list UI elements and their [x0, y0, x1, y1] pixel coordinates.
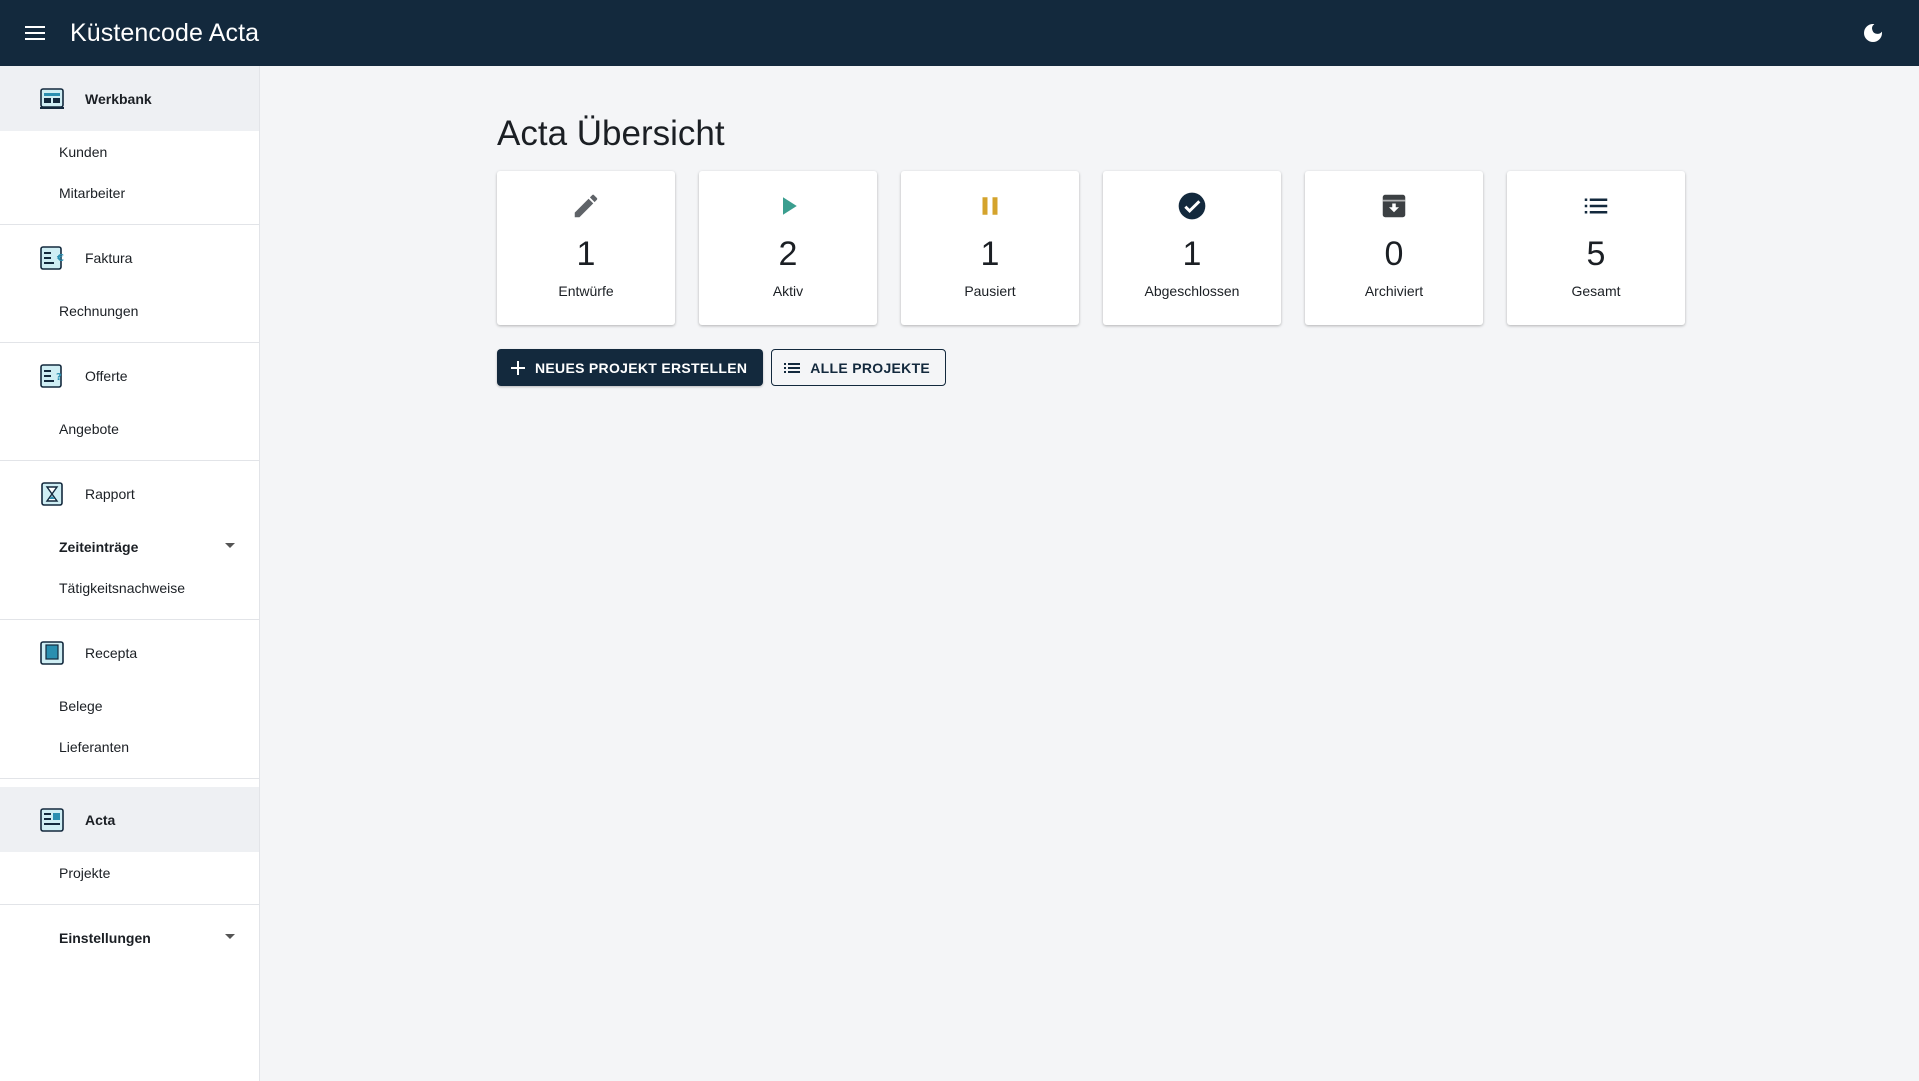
all-projects-label: ALLE PROJEKTE [810, 359, 931, 376]
status-count: 1 [576, 235, 596, 273]
list-icon [1579, 189, 1613, 223]
nav-subitem-mitarbeiter[interactable]: Mitarbeiter [0, 172, 259, 213]
nav-section-offerte: ? Offerte Angebote [0, 343, 259, 461]
status-count: 5 [1586, 235, 1606, 273]
action-bar: NEUES PROJEKT ERSTELLEN ALLE PROJEKTE [497, 349, 1685, 386]
chevron-down-icon [225, 934, 235, 939]
nav-subitem-zeiteintraege[interactable]: Zeiteinträge [0, 526, 259, 567]
invoice-icon: € [40, 245, 64, 270]
nav-item-rapport[interactable]: Rapport [0, 461, 259, 526]
nav-subitem-angebote[interactable]: Angebote [0, 408, 259, 449]
nav-section-acta: Acta Projekte [0, 787, 259, 905]
nav-subitem-taetigkeitsnachweise[interactable]: Tätigkeitsnachweise [0, 567, 259, 608]
status-card-entwuerfe[interactable]: 1 Entwürfe [497, 171, 675, 325]
nav-subitem-kunden[interactable]: Kunden [0, 131, 259, 172]
status-count: 1 [1182, 235, 1202, 273]
status-card-pausiert[interactable]: 1 Pausiert [901, 171, 1079, 325]
status-label: Gesamt [1571, 283, 1621, 299]
theme-toggle-button[interactable] [1861, 21, 1885, 45]
nav-item-acta[interactable]: Acta [0, 787, 259, 852]
nav-item-faktura[interactable]: € Faktura [0, 225, 259, 290]
nav-section-rapport: Rapport Zeiteinträge Tätigkeitsnachweise [0, 461, 259, 620]
plus-icon [511, 360, 525, 375]
status-card-abgeschlossen[interactable]: 1 Abgeschlossen [1103, 171, 1281, 325]
nav-label-faktura: Faktura [85, 249, 133, 266]
app-title: Küstencode Acta [70, 18, 260, 47]
moon-icon [1864, 24, 1882, 42]
nav-item-einstellungen[interactable]: Einstellungen [0, 917, 259, 958]
status-label: Abgeschlossen [1144, 283, 1240, 299]
play-icon [771, 189, 805, 223]
pause-icon [973, 189, 1007, 223]
nav-subitem-belege[interactable]: Belege [0, 685, 259, 726]
status-count: 2 [778, 235, 798, 273]
new-project-label: NEUES PROJEKT ERSTELLEN [535, 359, 748, 376]
all-projects-button[interactable]: ALLE PROJEKTE [771, 349, 947, 386]
status-card-aktiv[interactable]: 2 Aktiv [699, 171, 877, 325]
nav-label-offerte: Offerte [85, 367, 128, 384]
hamburger-menu-icon [25, 26, 45, 40]
status-label: Pausiert [964, 283, 1016, 299]
status-label: Entwürfe [558, 283, 614, 299]
project-icon [40, 807, 64, 832]
svg-text:?: ? [56, 372, 62, 383]
pencil-icon [569, 189, 603, 223]
status-count: 0 [1384, 235, 1404, 273]
nav-subitem-rechnungen[interactable]: Rechnungen [0, 290, 259, 331]
menu-button[interactable] [0, 0, 70, 66]
hourglass-icon [41, 481, 63, 506]
nav-sublabel-zeiteintraege: Zeiteinträge [59, 538, 139, 555]
archive-icon [1377, 189, 1411, 223]
status-cards: 1 Entwürfe 2 Aktiv 1 Pausiert 1 Abgeschl… [497, 171, 1685, 325]
quote-icon: ? [40, 363, 62, 388]
main-content: Acta Übersicht 1 Entwürfe 2 Aktiv 1 Paus… [497, 113, 1685, 386]
nav-label-werkbank: Werkbank [85, 90, 152, 107]
page-title: Acta Übersicht [497, 114, 725, 153]
nav-subitem-lieferanten[interactable]: Lieferanten [0, 726, 259, 767]
nav-label-recepta: Recepta [85, 644, 138, 661]
nav-subitem-projekte[interactable]: Projekte [0, 852, 259, 893]
app-bar: Küstencode Acta [0, 0, 1919, 66]
nav-item-recepta[interactable]: Recepta [0, 620, 259, 685]
nav-label-einstellungen: Einstellungen [59, 929, 151, 946]
status-label: Archiviert [1364, 283, 1424, 299]
svg-text:€: € [56, 253, 64, 264]
nav-item-werkbank[interactable]: Werkbank [0, 66, 259, 131]
chevron-down-icon [225, 543, 235, 548]
sidebar: Werkbank Kunden Mitarbeiter € Faktura Re… [0, 66, 260, 1081]
status-card-archiviert[interactable]: 0 Archiviert [1305, 171, 1483, 325]
nav-section-recepta: Recepta Belege Lieferanten [0, 620, 259, 779]
receipt-icon [40, 640, 64, 665]
status-count: 1 [980, 235, 1000, 273]
status-label: Aktiv [772, 283, 804, 299]
list-icon [784, 362, 801, 373]
new-project-button[interactable]: NEUES PROJEKT ERSTELLEN [497, 349, 764, 386]
nav-section-werkbank: Werkbank Kunden Mitarbeiter [0, 66, 259, 225]
nav-section-faktura: € Faktura Rechnungen [0, 225, 259, 343]
nav-label-rapport: Rapport [85, 485, 135, 502]
nav-item-offerte[interactable]: ? Offerte [0, 343, 259, 408]
status-card-gesamt[interactable]: 5 Gesamt [1507, 171, 1685, 325]
check-circle-icon [1175, 189, 1209, 223]
nav-label-acta: Acta [85, 811, 116, 828]
workbench-icon [40, 87, 64, 109]
